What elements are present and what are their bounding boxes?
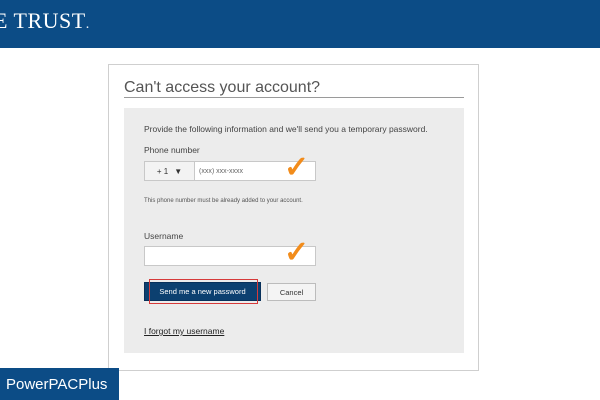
triangle-down-icon: ▼	[174, 166, 183, 176]
forgot-username-link[interactable]: I forgot my username	[144, 326, 224, 336]
phone-help-text: This phone number must be already added …	[144, 198, 303, 204]
page-title: Can't access your account?	[124, 79, 321, 96]
powerpacplus-badge: PowerPACPlus	[0, 368, 119, 400]
country-code-select[interactable]: + 1 ▼	[145, 162, 195, 180]
brand-text: E TRUST	[0, 8, 86, 33]
account-recovery-panel: Can't access your account? Provide the f…	[108, 64, 479, 371]
checkmark-icon: ✓	[284, 236, 310, 269]
checkmark-icon: ✓	[284, 151, 310, 184]
top-banner: E TRUST.	[0, 0, 600, 48]
instructions-text: Provide the following information and we…	[144, 124, 428, 134]
send-new-password-button[interactable]: Send me a new password	[144, 282, 261, 301]
recovery-form: Provide the following information and we…	[124, 108, 464, 353]
cancel-button[interactable]: Cancel	[267, 283, 316, 301]
brand-logo: E TRUST.	[0, 8, 90, 34]
title-divider	[124, 97, 464, 98]
brand-mark: .	[85, 17, 90, 32]
username-label: Username	[144, 231, 184, 241]
phone-number-label: Phone number	[144, 145, 200, 155]
country-code-value: + 1	[156, 166, 169, 176]
